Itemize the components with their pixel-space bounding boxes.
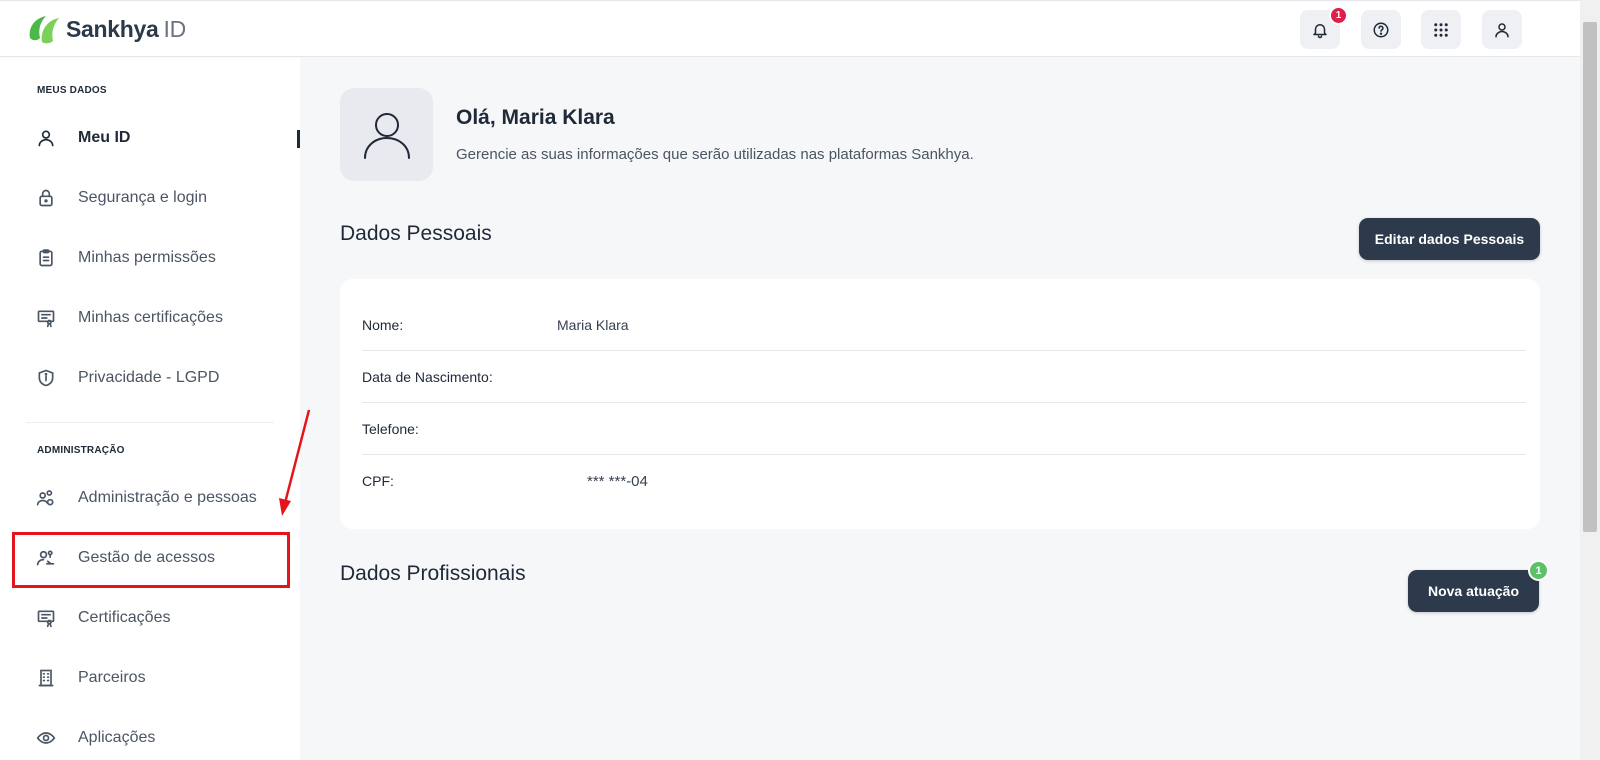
page-subtitle: Gerencie as suas informações que serão u… xyxy=(456,146,974,163)
page-title: Olá, Maria Klara xyxy=(456,106,615,129)
field-value: Maria Klara xyxy=(557,316,629,333)
sidebar-item-label: Certificações xyxy=(78,609,171,626)
certificate-icon xyxy=(35,607,57,629)
section-label-my-data: MEUS DADOS xyxy=(37,85,107,96)
field-value: *** ***-04 xyxy=(587,472,648,490)
sidebar-item-label: Meu ID xyxy=(78,129,131,146)
sidebar-item-certificacoes[interactable]: Certificações xyxy=(0,588,300,648)
field-label: Nome: xyxy=(362,316,404,333)
sankhya-logo[interactable]: Sankhya ID xyxy=(26,12,186,46)
sidebar-item-minhas-certificacoes[interactable]: Minhas certificações xyxy=(0,288,300,348)
people-settings-icon xyxy=(35,487,57,509)
user-icon xyxy=(35,127,57,149)
professional-data-title: Dados Profissionais xyxy=(340,562,526,585)
sidebar-item-label: Minhas permissões xyxy=(78,249,216,266)
brand-name: Sankhya ID xyxy=(66,15,186,42)
sidebar-item-administracao[interactable]: Administração e pessoas xyxy=(0,468,300,528)
annotation-highlight-box xyxy=(12,532,290,588)
user-avatar-icon xyxy=(363,112,410,159)
main-content: Olá, Maria Klara Gerencie as suas inform… xyxy=(300,58,1580,760)
sidebar-item-seguranca[interactable]: Segurança e login xyxy=(0,168,300,228)
bell-icon xyxy=(1313,23,1327,38)
notifications-button[interactable]: 1 xyxy=(1300,6,1348,49)
help-button[interactable] xyxy=(1361,10,1401,49)
clipboard-icon xyxy=(35,247,57,269)
sidebar-item-label: Parceiros xyxy=(78,669,146,686)
avatar xyxy=(340,88,433,181)
scrollbar-thumb[interactable] xyxy=(1583,22,1597,532)
top-header: Sankhya ID 1 xyxy=(0,0,1580,57)
shield-icon xyxy=(35,367,57,389)
sidebar-item-privacidade[interactable]: Privacidade - LGPD xyxy=(0,348,300,408)
edit-personal-data-button[interactable]: Editar dados Pessoais xyxy=(1359,218,1540,260)
field-row-nome: Nome: Maria Klara xyxy=(362,299,1526,351)
notification-badge: 1 xyxy=(1329,6,1348,25)
apps-grid-button[interactable] xyxy=(1421,10,1461,49)
sidebar-divider xyxy=(26,422,274,423)
field-row-cpf: CPF: *** ***-04 xyxy=(362,455,1526,507)
sidebar-item-parceiros[interactable]: Parceiros xyxy=(0,648,300,708)
field-row-nascimento: Data de Nascimento: xyxy=(362,351,1526,403)
personal-data-title: Dados Pessoais xyxy=(340,222,492,245)
field-label: CPF: xyxy=(362,473,394,489)
sidebar: MEUS DADOS Meu ID Segurança e login Minh… xyxy=(0,58,300,760)
field-label: Data de Nascimento: xyxy=(362,368,493,385)
eye-icon xyxy=(35,727,57,749)
help-icon xyxy=(1373,22,1389,37)
new-role-badge: 1 xyxy=(1528,560,1549,581)
sankhya-leaf-icon xyxy=(29,16,59,44)
grid-icon xyxy=(1434,22,1448,37)
user-icon xyxy=(1495,22,1509,37)
sidebar-item-label: Administração e pessoas xyxy=(78,489,257,506)
sidebar-item-label: Segurança e login xyxy=(78,189,207,206)
sidebar-item-permissoes[interactable]: Minhas permissões xyxy=(0,228,300,288)
page-scrollbar[interactable] xyxy=(1580,0,1600,760)
sidebar-item-meu-id[interactable]: Meu ID xyxy=(0,108,300,168)
sidebar-item-label: Minhas certificações xyxy=(78,309,223,326)
profile-button[interactable] xyxy=(1482,10,1522,49)
building-icon xyxy=(35,667,57,689)
personal-data-card: Nome: Maria Klara Data de Nascimento: Te… xyxy=(340,279,1540,529)
sidebar-item-label: Privacidade - LGPD xyxy=(78,369,220,386)
lock-icon xyxy=(35,187,57,209)
certificate-icon xyxy=(35,307,57,329)
sidebar-item-aplicacoes[interactable]: Aplicações xyxy=(0,708,300,760)
sidebar-item-label: Aplicações xyxy=(78,729,156,746)
field-row-telefone: Telefone: xyxy=(362,403,1526,455)
section-label-admin: ADMINISTRAÇÃO xyxy=(37,445,125,456)
new-role-button-label: Nova atuação xyxy=(1427,583,1520,599)
new-role-button[interactable]: Nova atuação 1 xyxy=(1408,560,1549,612)
field-label: Telefone: xyxy=(362,420,419,437)
